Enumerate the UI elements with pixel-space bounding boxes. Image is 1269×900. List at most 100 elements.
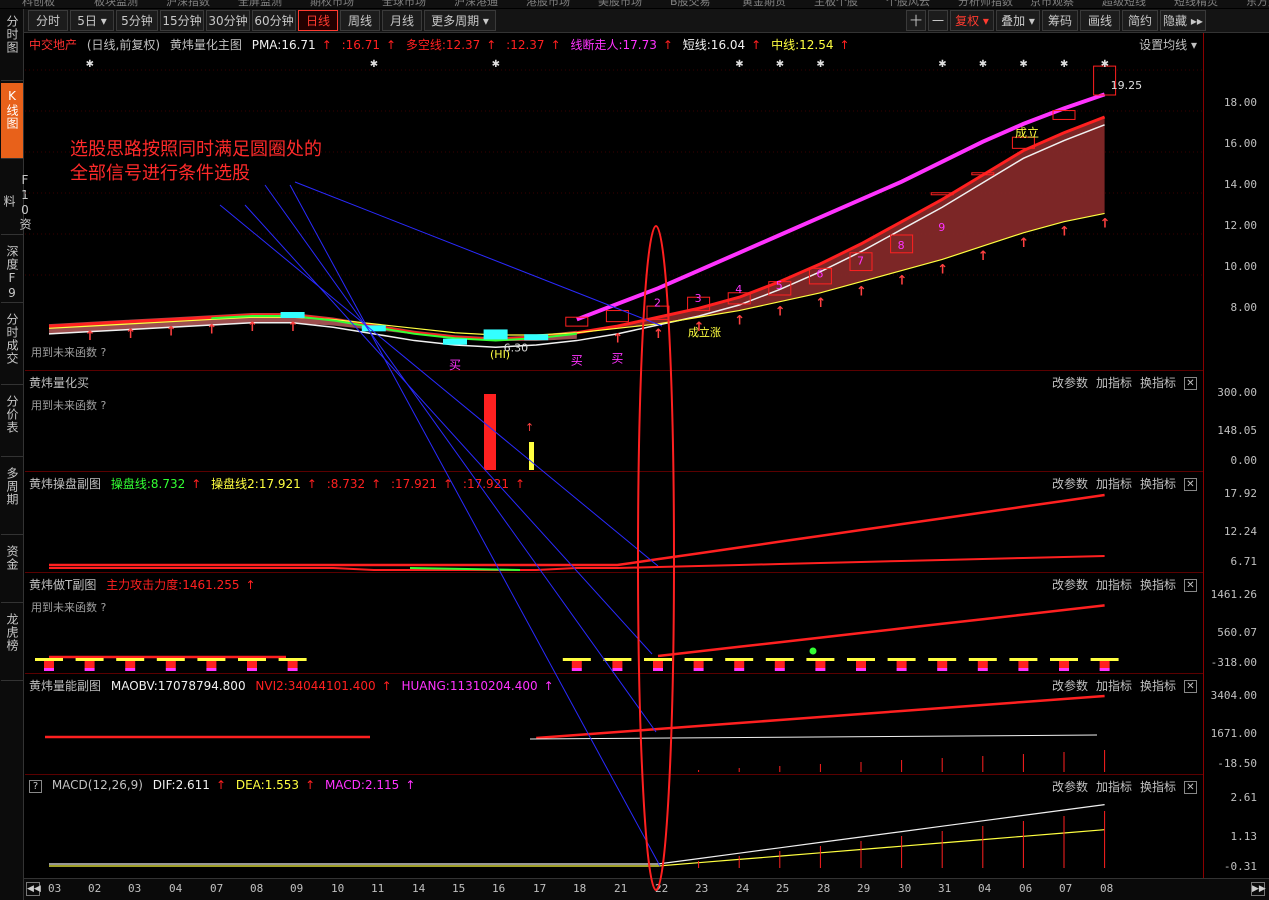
signal-star-icon: ✱: [492, 59, 500, 70]
zuot-block: [125, 661, 136, 668]
zuot-block: [896, 668, 907, 671]
zuot-block: [734, 661, 745, 668]
zuot-dash: [278, 658, 307, 661]
annotation-line-2: 全部信号进行条件选股: [70, 163, 250, 184]
dea-line: [49, 829, 1105, 867]
zuot-block: [653, 668, 663, 671]
buy-arrow-icon: ↑: [1059, 225, 1070, 240]
zuot-block: [856, 668, 866, 671]
buy-arrow-icon: ↑: [815, 296, 826, 311]
zuot-block: [125, 668, 136, 671]
signal-star-icon: ✱: [370, 59, 378, 70]
zuot-dash: [238, 658, 266, 661]
attack-line: [657, 604, 1105, 658]
zuot-block: [287, 661, 298, 668]
zuot-dash: [968, 658, 997, 661]
wave-label: 9: [938, 221, 945, 234]
zuot-dash: [562, 658, 591, 661]
zuot-dash: [887, 658, 916, 661]
zuot-block: [774, 668, 785, 671]
guide-line: [264, 184, 657, 733]
zuot-block: [856, 661, 866, 668]
zuot-block: [977, 661, 988, 668]
caopan-line-2: [49, 555, 1105, 571]
zuot-dash: [847, 658, 875, 661]
buy-arrow-icon: ↑: [734, 314, 745, 329]
zuot-dash: [684, 658, 713, 661]
zuot-dash: [35, 658, 63, 661]
zuot-block: [206, 668, 217, 671]
wave-label: 8: [898, 239, 905, 252]
zuot-dash: [806, 658, 835, 661]
zuot-block: [774, 661, 785, 668]
zuot-block: [1059, 661, 1069, 668]
zuot-block: [734, 668, 745, 671]
zuot-block: [1099, 668, 1110, 671]
signal-star-icon: ✱: [735, 59, 743, 70]
signal-star-icon: ✱: [816, 59, 824, 70]
maobv-line: [529, 734, 1098, 740]
buy-flag-icon: ↑: [525, 421, 534, 434]
tag-label: 成立涨: [688, 325, 721, 339]
tag-label: 成立: [1015, 125, 1039, 140]
guide-line: [289, 184, 661, 867]
zuot-dash: [116, 658, 145, 661]
buy-arrow-icon: ↑: [125, 327, 136, 342]
zuot-block: [653, 661, 663, 668]
zuot-block: [1018, 668, 1029, 671]
signal-star-icon: ✱: [979, 59, 987, 70]
buy-arrow-icon: ↑: [937, 262, 948, 277]
zuot-block: [206, 661, 217, 668]
signal-star-icon: ✱: [938, 59, 946, 70]
guide-line: [244, 204, 653, 655]
zuot-block: [612, 661, 623, 668]
zuot-dash: [1050, 658, 1078, 661]
zuot-dash: [156, 658, 185, 661]
signal-star-icon: ✱: [1060, 59, 1068, 70]
zuot-block: [165, 661, 176, 668]
zuot-block: [287, 668, 298, 671]
wave-label: 2: [654, 297, 661, 310]
zuot-block: [84, 661, 95, 668]
buy-arrow-icon: ↑: [85, 329, 96, 344]
zuot-block: [896, 661, 907, 668]
cyan-candle: [524, 334, 549, 341]
zuot-dash: [725, 658, 754, 661]
buy-arrow-icon: ↑: [897, 274, 908, 289]
buy-arrow-icon: ↑: [775, 305, 786, 320]
wave-label: 6: [816, 268, 823, 281]
buy-arrow-icon: ↑: [978, 249, 989, 264]
signal-star-icon: ✱: [1019, 59, 1027, 70]
buy-arrow-icon: ↑: [612, 331, 623, 346]
zuot-dash: [1009, 658, 1038, 661]
buy-arrow-icon: ↑: [247, 320, 258, 335]
dif-line: [49, 804, 1105, 865]
zuot-block: [44, 661, 54, 668]
zuot-dot: [809, 647, 817, 655]
zuot-block: [693, 661, 704, 668]
buy-arrow-icon: ↑: [856, 285, 867, 300]
annotation-line-1: 选股思路按照同时满足圆圈处的: [70, 139, 322, 160]
wave-label: 4: [735, 283, 742, 296]
zuot-block: [612, 668, 623, 671]
signal-star-icon: ✱: [776, 59, 784, 70]
zuot-block: [977, 668, 988, 671]
buy-label: 买: [611, 351, 623, 365]
wave-label: 3: [695, 292, 702, 305]
buy-label: 买: [449, 358, 461, 372]
cyan-candle: [483, 329, 508, 340]
zuot-dash: [644, 658, 672, 661]
zuot-block: [937, 668, 948, 671]
zuot-dash: [75, 658, 104, 661]
cyan-candle: [280, 312, 305, 318]
tag-label: (HI): [490, 348, 510, 361]
buy-arrow-icon: ↑: [1018, 236, 1029, 251]
zuot-block: [165, 668, 176, 671]
buy-arrow-icon: ↑: [288, 320, 299, 335]
candle: [605, 310, 629, 323]
guide-line: [219, 204, 659, 567]
buy-label: 买: [571, 354, 583, 368]
zuot-block: [1059, 668, 1069, 671]
zuot-block: [84, 668, 95, 671]
cyan-candle: [443, 338, 467, 345]
